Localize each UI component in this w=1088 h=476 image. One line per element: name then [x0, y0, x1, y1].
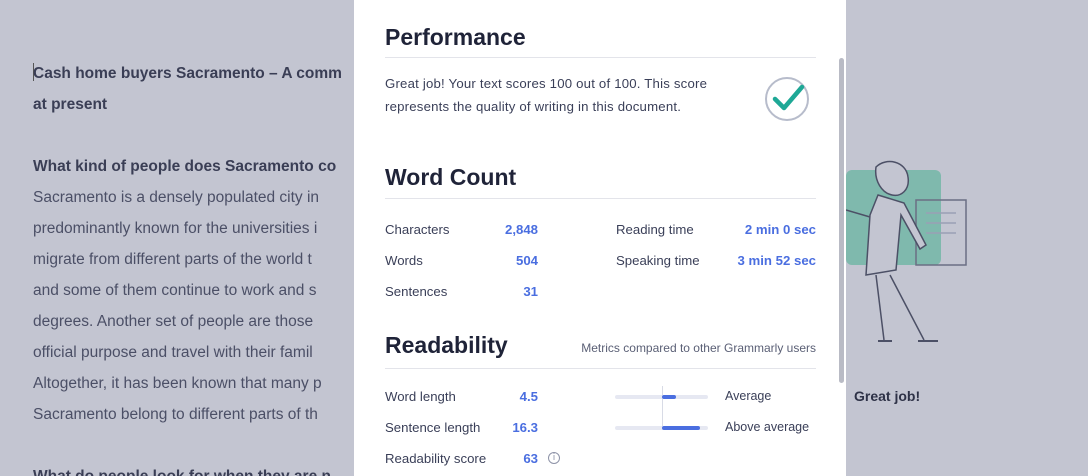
doc-line: Altogether, it has been known that many …: [33, 375, 322, 392]
doc-line: predominantly known for the universities…: [33, 220, 318, 237]
divider: [385, 57, 816, 58]
word-count-title: Word Count: [385, 164, 517, 190]
doc-line: degrees. Another set of people are those: [33, 313, 314, 330]
scrollbar-thumb[interactable]: [839, 58, 844, 383]
metrics-note: Metrics compared to other Grammarly user…: [581, 341, 816, 355]
word-length-bar-fill: [662, 395, 676, 399]
readability-title: Readability: [385, 332, 508, 358]
characters-label: Characters: [385, 222, 450, 237]
speaking-time-value: 3 min 52 sec: [737, 253, 816, 268]
check-circle-icon: [765, 77, 809, 121]
doc-line: migrate from different parts of the worl…: [33, 251, 312, 268]
doc-heading-continued: at present: [33, 96, 108, 113]
word-length-bar: [615, 395, 708, 399]
word-length-value: 4.5: [519, 389, 538, 404]
person-illustration: [846, 160, 967, 342]
great-job-text: Great job!: [854, 388, 921, 404]
sentence-length-bar: [615, 426, 708, 430]
scrollbar-track[interactable]: [838, 0, 846, 476]
sentences-value: 31: [523, 284, 538, 299]
bar-midline: [662, 386, 663, 426]
words-value: 504: [515, 253, 538, 268]
doc-line: Sacramento is a densely populated city i…: [33, 189, 320, 206]
document-body[interactable]: Cash home buyers Sacramento – A comm at …: [33, 58, 353, 476]
doc-line: official purpose and travel with their f…: [33, 344, 313, 361]
speaking-time-label: Speaking time: [616, 253, 700, 268]
divider: [385, 368, 816, 369]
doc-subheading: What do people look for when they are n: [33, 461, 353, 476]
performance-title: Performance: [385, 24, 526, 50]
word-length-label: Word length: [385, 389, 456, 404]
reading-time-value: 2 min 0 sec: [744, 222, 816, 237]
performance-description: Great job! Your text scores 100 out of 1…: [385, 76, 708, 114]
sentence-length-comparison: Above average: [725, 420, 810, 434]
sentence-length-value: 16.3: [512, 420, 538, 435]
words-label: Words: [385, 253, 423, 268]
divider: [385, 198, 816, 199]
characters-value: 2,848: [504, 222, 538, 237]
word-length-comparison: Average: [725, 389, 772, 403]
readability-score-label: Readability score: [385, 451, 487, 466]
sentence-length-bar-fill: [662, 426, 700, 430]
sentence-length-label: Sentence length: [385, 420, 481, 435]
readability-score-value: 63: [523, 451, 538, 466]
reading-time-label: Reading time: [616, 222, 694, 237]
info-icon[interactable]: i: [548, 452, 560, 464]
performance-modal: Performance Great job! Your text scores …: [354, 0, 846, 476]
doc-subheading: What kind of people does Sacramento co: [33, 158, 337, 175]
doc-heading: Cash home buyers Sacramento – A comm: [33, 63, 342, 82]
sentences-label: Sentences: [385, 284, 448, 299]
doc-line: Sacramento belong to different parts of …: [33, 406, 318, 423]
doc-line: and some of them continue to work and s: [33, 282, 317, 299]
